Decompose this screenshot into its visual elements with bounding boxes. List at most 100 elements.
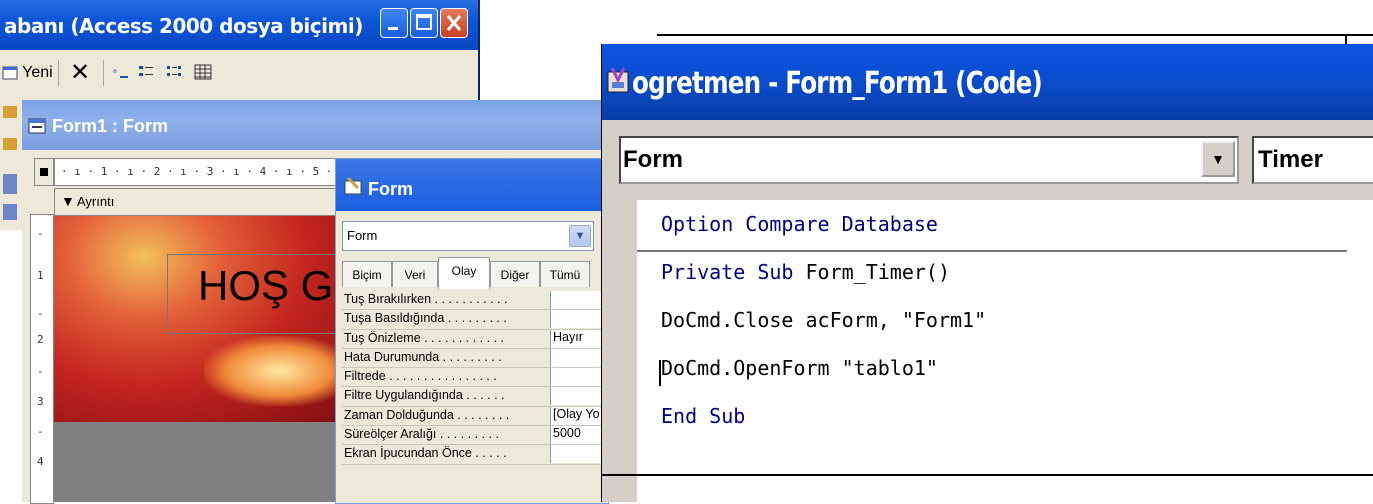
vba-module-icon: [607, 67, 629, 93]
minimize-icon: [388, 27, 398, 30]
code-margin: [602, 200, 637, 502]
code-line[interactable]: DoCmd.Close acForm, "Form1": [661, 308, 986, 332]
list-view-icon[interactable]: [166, 64, 188, 82]
code-line[interactable]: DoCmd.OpenForm "tablo1": [661, 356, 938, 380]
form-selector[interactable]: [34, 158, 54, 186]
property-sheet-titlebar[interactable]: Form: [336, 159, 608, 211]
property-value[interactable]: [550, 368, 608, 387]
property-value[interactable]: 5000: [550, 426, 608, 445]
database-window-title: abanı (Access 2000 dosya biçimi): [4, 14, 363, 38]
object-select[interactable]: Form ▼: [342, 221, 594, 251]
property-label: Hata Durumunda . . . . . . . . .: [344, 349, 502, 364]
property-row[interactable]: Tuş Önizleme . . . . . . . . . . . . Hayı…: [342, 329, 608, 349]
property-row[interactable]: Tuşa Basıldığında . . . . . . . . .: [342, 310, 608, 330]
procedure-combo[interactable]: Timer: [1252, 136, 1373, 184]
detail-section-header[interactable]: ▼ Ayrıntı: [54, 188, 346, 216]
text-cursor: [659, 360, 661, 386]
toolbar-divider: [103, 60, 104, 86]
code-window-title: ogretmen - Form_Form1 (Code): [632, 66, 1043, 101]
object-combo[interactable]: Form ▼: [619, 136, 1239, 184]
procedure-combo-value: Timer: [1258, 146, 1323, 173]
object-combo-value: Form: [623, 146, 683, 173]
frame-line: [602, 474, 1373, 476]
code-window-titlebar[interactable]: ogretmen - Form_Form1 (Code): [602, 44, 1373, 120]
form-selector-icon: [40, 168, 48, 176]
property-value[interactable]: [550, 348, 608, 367]
objects-bar: [0, 100, 22, 230]
new-button[interactable]: Yeni: [2, 64, 53, 82]
property-label: Süreölçer Aralığı . . . . . . . . .: [344, 427, 499, 442]
minimize-button[interactable]: [380, 8, 408, 38]
ruler-marks: · ı · 1 · ı · 2 · ı · 3 · ı · 4 · ı · 5 …: [61, 165, 346, 178]
code-line[interactable]: Option Compare Database: [661, 212, 938, 236]
ruler-mark: -: [37, 365, 44, 378]
property-label: Zaman Dolduğunda . . . . . . . .: [344, 407, 510, 422]
code-line[interactable]: End Sub: [661, 404, 745, 428]
code-line[interactable]: Private Sub Form_Timer(): [661, 260, 950, 284]
database-titlebar[interactable]: abanı (Access 2000 dosya biçimi): [0, 0, 478, 50]
ruler-mark: 2: [37, 333, 44, 346]
chevron-down-icon[interactable]: ▼: [1201, 141, 1235, 177]
close-icon: [446, 15, 462, 31]
property-row[interactable]: Ekran İpucundan Önce . . . . .: [342, 445, 608, 465]
form-empty-area: [54, 422, 354, 502]
property-row[interactable]: Hata Durumunda . . . . . . . . .: [342, 348, 608, 369]
database-toolbar: Yeni ✕ ᵃ: [0, 52, 478, 96]
frame-line: [657, 34, 1373, 36]
tab-diger[interactable]: Diğer: [490, 261, 540, 287]
property-value[interactable]: [550, 310, 608, 329]
new-button-label: Yeni: [22, 64, 53, 81]
ruler-mark: -: [37, 227, 44, 240]
close-button[interactable]: [440, 8, 468, 38]
property-tabs: Biçim Veri Olay Diğer Tümü: [342, 257, 608, 289]
ruler-mark: 3: [37, 395, 44, 408]
ruler-mark: 4: [37, 455, 44, 468]
maximize-button[interactable]: [410, 8, 438, 38]
tab-tumu[interactable]: Tümü: [540, 261, 590, 287]
tab-olay[interactable]: Olay: [438, 257, 490, 289]
property-value[interactable]: [550, 387, 608, 406]
property-label: Tuş Önizleme . . . . . . . . . . . .: [344, 330, 504, 345]
property-value[interactable]: [Olay Yo: [550, 406, 608, 425]
vertical-ruler: - 1 - 2 - 3 - 4: [30, 214, 54, 504]
small-icons-icon[interactable]: [138, 64, 160, 82]
ruler-mark: 1: [37, 269, 44, 282]
property-row[interactable]: Filtre Uygulandığında . . . . . .: [342, 387, 608, 407]
welcome-label-text: HOŞ G: [198, 262, 334, 309]
code-window: ogretmen - Form_Form1 (Code) Form ▼ Time…: [601, 44, 1373, 502]
property-label: Filtrede . . . . . . . . . . . . . . . .: [344, 369, 497, 384]
property-label: Tuşa Basıldığında . . . . . . . . .: [344, 311, 507, 326]
detail-section-label: Ayrıntı: [77, 194, 115, 209]
delete-icon[interactable]: ✕: [70, 58, 90, 87]
property-list: Tuş Bırakılırken . . . . . . . . . . . Tu…: [342, 291, 608, 465]
form-titlebar[interactable]: Form1 : Form: [22, 100, 642, 150]
property-value[interactable]: [550, 291, 608, 309]
object-select-value: Form: [347, 228, 378, 243]
property-row[interactable]: Süreölçer Aralığı . . . . . . . . . 5000: [342, 426, 608, 446]
ruler-mark: -: [37, 307, 44, 320]
properties-icon: [344, 177, 362, 195]
form-window-title: Form1 : Form: [52, 116, 169, 136]
property-label: Tuş Bırakılırken . . . . . . . . . . .: [344, 292, 508, 306]
toolbar-divider: [58, 60, 59, 86]
property-label: Ekran İpucundan Önce . . . . .: [344, 446, 507, 461]
property-value[interactable]: [550, 445, 608, 464]
code-toolbar: Form ▼ Timer: [602, 120, 1373, 200]
form-icon: [28, 118, 46, 134]
property-row[interactable]: Tuş Bırakılırken . . . . . . . . . . .: [342, 291, 608, 311]
property-row[interactable]: Filtrede . . . . . . . . . . . . . . . .: [342, 368, 608, 388]
code-editor[interactable]: Option Compare Database Private Sub Form…: [637, 200, 1347, 502]
chevron-down-icon[interactable]: ▼: [569, 225, 591, 247]
property-sheet: Form Form ▼ Biçim Veri Olay Diğer Tümü T…: [335, 158, 609, 504]
large-icons-icon[interactable]: ᵃ: [112, 64, 130, 82]
object-type-icons[interactable]: [0, 100, 22, 230]
property-label: Filtre Uygulandığında . . . . . .: [344, 388, 505, 403]
details-view-icon[interactable]: [194, 64, 216, 82]
procedure-separator: [637, 250, 1347, 252]
property-sheet-title: Form: [368, 179, 413, 199]
tab-veri[interactable]: Veri: [392, 261, 438, 287]
property-row[interactable]: Zaman Dolduğunda . . . . . . . . [Olay Yo: [342, 406, 608, 427]
new-form-icon: [2, 66, 18, 80]
property-value[interactable]: Hayır: [550, 329, 608, 348]
tab-bicim[interactable]: Biçim: [342, 261, 392, 287]
